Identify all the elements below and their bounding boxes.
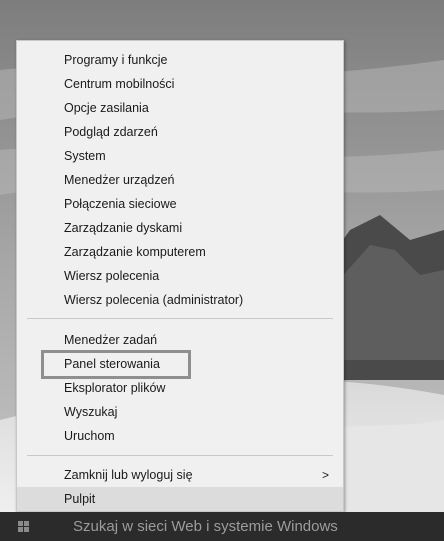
search-placeholder: Szukaj w sieci Web i systemie Windows	[73, 518, 338, 535]
menu-item-control-panel[interactable]: Panel sterowania	[17, 352, 343, 376]
menu-item-label: Opcje zasilania	[64, 101, 149, 115]
menu-item-power-options[interactable]: Opcje zasilania	[17, 96, 343, 120]
menu-item-label: Menedżer urządzeń	[64, 173, 175, 187]
menu-separator	[27, 455, 333, 456]
winx-context-menu: Programy i funkcje Centrum mobilności Op…	[16, 40, 344, 512]
menu-item-programs-features[interactable]: Programy i funkcje	[17, 48, 343, 72]
menu-item-command-prompt[interactable]: Wiersz polecenia	[17, 264, 343, 288]
menu-item-label: Wiersz polecenia	[64, 269, 160, 283]
windows-logo-pane	[18, 527, 23, 532]
menu-item-desktop[interactable]: Pulpit	[17, 487, 343, 511]
menu-item-label: Podgląd zdarzeń	[64, 125, 158, 139]
menu-item-command-prompt-admin[interactable]: Wiersz polecenia (administrator)	[17, 288, 343, 312]
menu-item-system[interactable]: System	[17, 144, 343, 168]
windows-logo-pane	[24, 521, 29, 526]
menu-item-label: System	[64, 149, 106, 163]
menu-item-search[interactable]: Wyszukaj	[17, 400, 343, 424]
menu-item-label: Programy i funkcje	[64, 53, 168, 67]
menu-item-label: Eksplorator plików	[64, 381, 166, 395]
menu-item-label: Panel sterowania	[64, 357, 160, 371]
menu-item-disk-management[interactable]: Zarządzanie dyskami	[17, 216, 343, 240]
menu-item-task-manager[interactable]: Menedżer zadań	[17, 328, 343, 352]
windows-logo-pane	[24, 527, 29, 532]
menu-item-shutdown-signout[interactable]: Zamknij lub wyloguj się >	[17, 463, 343, 487]
menu-item-label: Połączenia sieciowe	[64, 197, 177, 211]
menu-item-network-connections[interactable]: Połączenia sieciowe	[17, 192, 343, 216]
menu-item-label: Wiersz polecenia (administrator)	[64, 293, 244, 307]
menu-item-label: Uruchom	[64, 429, 115, 443]
menu-item-label: Centrum mobilności	[64, 77, 175, 91]
menu-item-computer-management[interactable]: Zarządzanie komputerem	[17, 240, 343, 264]
menu-separator	[27, 318, 333, 319]
menu-item-run[interactable]: Uruchom	[17, 424, 343, 448]
taskbar-search-box[interactable]: Szukaj w sieci Web i systemie Windows	[48, 512, 388, 541]
windows-logo-icon[interactable]	[18, 521, 30, 533]
menu-item-device-manager[interactable]: Menedżer urządzeń	[17, 168, 343, 192]
menu-item-label: Zarządzanie dyskami	[64, 221, 183, 235]
menu-item-label: Pulpit	[64, 492, 96, 506]
menu-item-label: Menedżer zadań	[64, 333, 158, 347]
menu-item-file-explorer[interactable]: Eksplorator plików	[17, 376, 343, 400]
menu-item-label: Zarządzanie komputerem	[64, 245, 206, 259]
submenu-arrow-icon: >	[321, 468, 329, 482]
taskbar: Szukaj w sieci Web i systemie Windows	[0, 512, 444, 541]
menu-item-label: Zamknij lub wyloguj się	[64, 468, 193, 482]
menu-item-mobility-center[interactable]: Centrum mobilności	[17, 72, 343, 96]
menu-item-label: Wyszukaj	[64, 405, 118, 419]
windows-logo-pane	[18, 521, 23, 526]
menu-item-event-viewer[interactable]: Podgląd zdarzeń	[17, 120, 343, 144]
